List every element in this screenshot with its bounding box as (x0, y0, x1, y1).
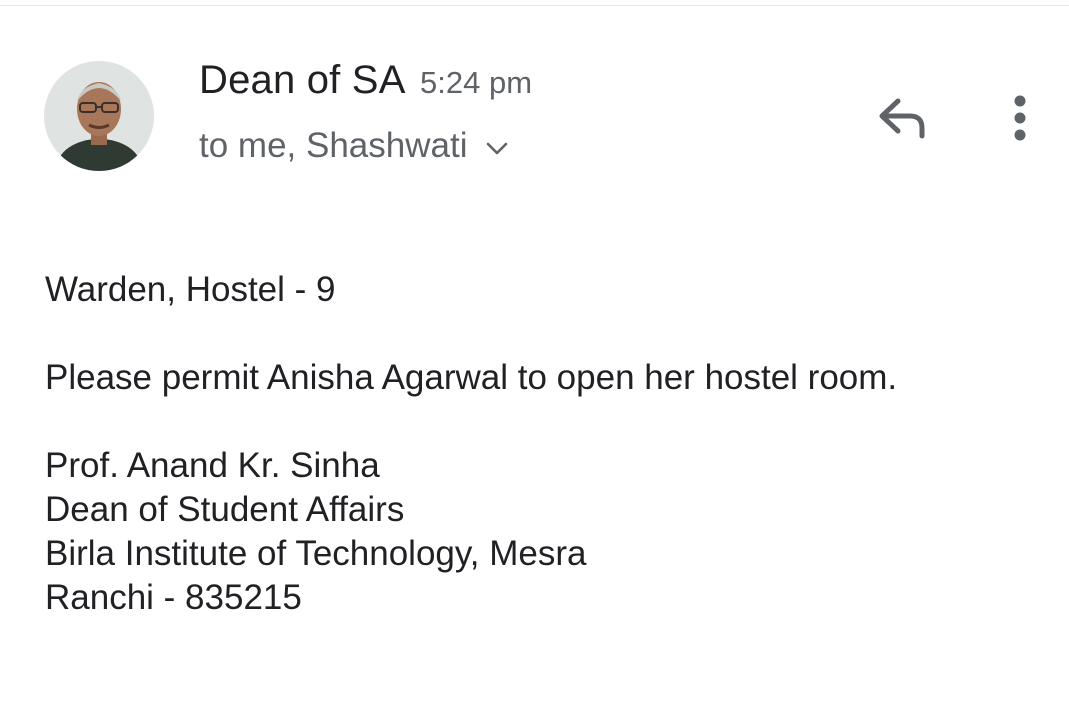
top-divider (0, 5, 1069, 6)
chevron-down-icon[interactable] (485, 141, 509, 157)
more-options-button[interactable] (996, 88, 1044, 148)
signature-line: Dean of Student Affairs (45, 490, 405, 529)
reply-icon (879, 98, 925, 139)
sender-line: Dean of SA 5:24 pm (199, 58, 532, 103)
sender-name[interactable]: Dean of SA (199, 58, 406, 102)
recipients-toggle[interactable]: to me, Shashwati (199, 126, 509, 166)
avatar-photo (44, 61, 154, 171)
signature-line: Prof. Anand Kr. Sinha (45, 446, 380, 485)
message-body: Warden, Hostel - 9 Please permit Anisha … (45, 268, 1045, 620)
sent-time: 5:24 pm (420, 65, 533, 100)
more-vert-icon (1014, 95, 1026, 141)
message-salutation: Warden, Hostel - 9 (45, 270, 336, 309)
email-view: Dean of SA 5:24 pm to me, Shashwati Ward… (0, 0, 1069, 702)
signature-line: Ranchi - 835215 (45, 578, 302, 617)
sender-avatar[interactable] (44, 61, 154, 171)
signature-line: Birla Institute of Technology, Mesra (45, 534, 587, 573)
reply-button[interactable] (868, 88, 938, 148)
signature: Prof. Anand Kr. Sinha Dean of Student Af… (45, 444, 1045, 620)
message-text: Please permit Anisha Agarwal to open her… (45, 358, 898, 397)
recipients-text: to me, Shashwati (199, 126, 468, 165)
